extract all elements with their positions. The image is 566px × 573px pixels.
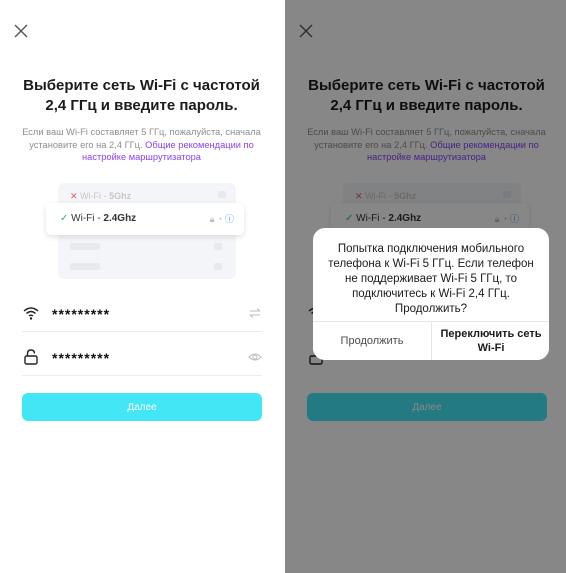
lock-icon: 🔒︎ [209,214,215,224]
next-button[interactable]: Далее [22,393,262,421]
eye-icon[interactable] [248,350,262,364]
wifi-row-icons: 🔒︎ ◔ ⓘ [210,212,234,225]
wifi-24ghz-freq: 2.4Ghz [103,213,137,224]
wifi-24ghz-row: ✓ Wi-Fi - 2.4Ghz 🔒︎ ◔ ⓘ [46,203,244,235]
swap-icon[interactable] [248,306,262,320]
wifi-5ghz-freq: 5Ghz [109,191,132,201]
wifi-5ghz-prefix: Wi-Fi - [80,191,110,201]
wifi-24ghz-prefix: Wi-Fi - [71,213,104,224]
info-icon: ⓘ [224,214,234,224]
ssid-field[interactable]: ********* [22,300,262,332]
wifi-icon [23,307,39,320]
dialog-message: Попытка подключения мобильного телефона … [328,243,534,315]
field-divider [22,331,262,332]
placeholder-line [70,243,100,250]
wifi-5ghz-row: ✕ Wi-Fi - 5Ghz [64,185,236,205]
wifi-5ghz-warning-dialog: Попытка подключения мобильного телефона … [313,228,549,360]
switch-network-button[interactable]: Переключить сеть Wi-Fi [432,322,549,360]
continue-button[interactable]: Продолжить [313,322,431,360]
password-field[interactable]: ********* [22,344,262,376]
cross-icon: ✕ [70,191,78,201]
placeholder-icon [214,243,222,250]
check-icon: ✓ [60,213,69,224]
password-value[interactable]: ********* [52,350,110,366]
placeholder-line [70,263,100,270]
wifi-setup-screen: Выберите сеть Wi-Fi с частотой 2,4 ГГц и… [0,0,283,573]
placeholder-icon [214,263,222,270]
lock-icon [24,349,38,365]
page-description: Если ваш Wi-Fi составляет 5 ГГц, пожалуй… [10,126,273,164]
wifi-illustration: ✕ Wi-Fi - 5Ghz ✓ Wi-Fi - 2.4Ghz 🔒︎ ◔ ⓘ [46,183,244,279]
wifi-setup-screen-with-dialog: Выберите сеть Wi-Fi с частотой 2,4 ГГц и… [285,0,566,573]
placeholder-icon [218,191,226,198]
ssid-value[interactable]: ********* [52,306,110,322]
field-divider [22,375,262,376]
close-icon[interactable] [12,22,30,40]
wifi-signal-icon: ◔ [217,214,223,224]
page-title: Выберите сеть Wi-Fi с частотой 2,4 ГГц и… [23,77,260,114]
